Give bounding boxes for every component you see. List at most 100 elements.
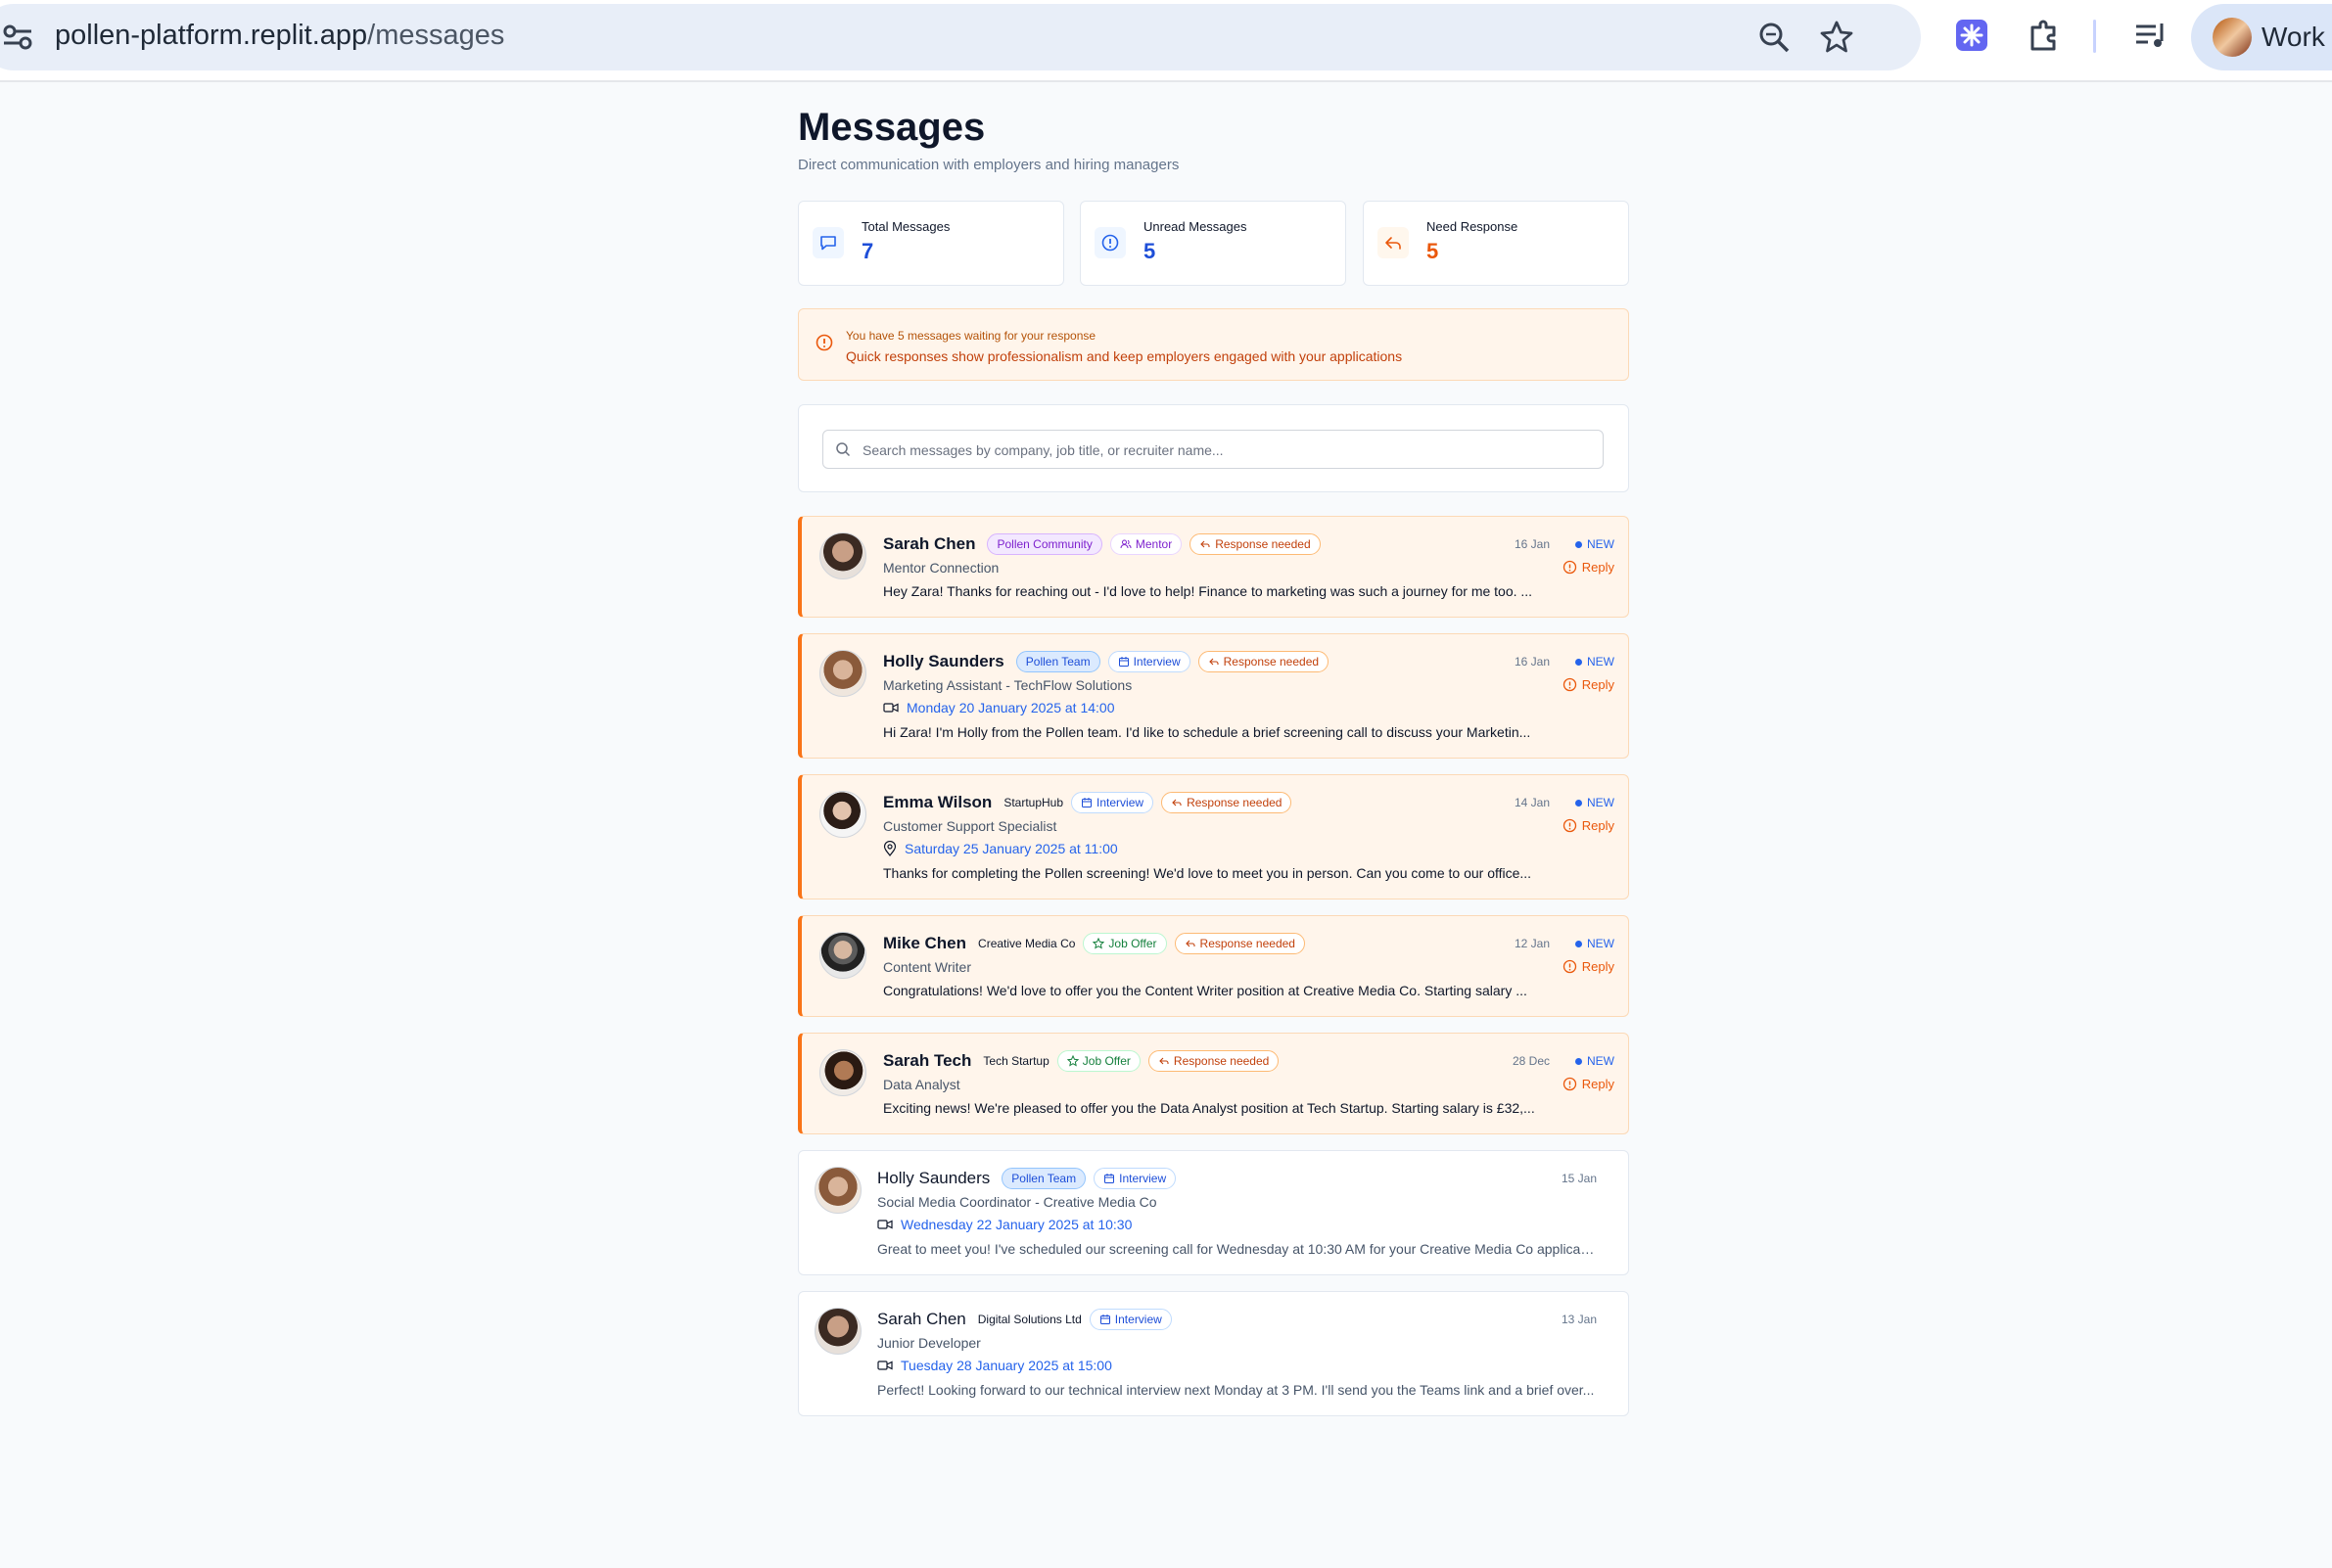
reply-arrow-icon: [1200, 540, 1210, 548]
reply-button[interactable]: Reply: [1562, 959, 1614, 974]
video-camera-icon: [877, 1360, 893, 1370]
message-header: Mike Chen Creative Media Co Job Offer Re…: [883, 931, 1305, 956]
reply-label: Reply: [1581, 959, 1614, 974]
new-badge: NEW: [1575, 1054, 1614, 1068]
reply-arrow-icon: [1172, 799, 1182, 807]
stat-label: Need Response: [1426, 219, 1518, 234]
response-label: Response needed: [1173, 1054, 1270, 1068]
message-card[interactable]: Sarah Tech Tech Startup Job Offer Respon…: [798, 1033, 1629, 1134]
avatar: [815, 1167, 862, 1214]
stat-label: Total Messages: [862, 219, 951, 234]
message-date: 14 Jan: [1514, 796, 1550, 809]
url-text[interactable]: pollen-platform.replit.app/messages: [55, 20, 504, 52]
new-label: NEW: [1587, 537, 1614, 551]
unread-dot: [1575, 540, 1582, 548]
alert-circle-icon: [1562, 677, 1576, 692]
search-input[interactable]: Search messages by company, job title, o…: [822, 430, 1604, 469]
media-queue-icon[interactable]: [2132, 18, 2168, 53]
tag-label: Job Offer: [1082, 1054, 1131, 1068]
video-camera-icon: [877, 1220, 893, 1229]
reply-label: Reply: [1581, 818, 1614, 833]
profile-name: Work: [2262, 22, 2325, 52]
tag-badge: Interview: [1089, 1309, 1172, 1330]
extension-purple-icon[interactable]: [1954, 18, 1989, 53]
extensions-puzzle-icon[interactable]: [2027, 18, 2062, 53]
message-card[interactable]: Holly Saunders Pollen Team Interview 15 …: [798, 1150, 1629, 1275]
message-subject: Social Media Coordinator - Creative Medi…: [877, 1194, 1157, 1210]
message-card[interactable]: Sarah Chen Digital Solutions Ltd Intervi…: [798, 1291, 1629, 1416]
message-date: 16 Jan: [1514, 655, 1550, 669]
unread-dot: [1575, 940, 1582, 947]
tag-badge: Mentor: [1109, 533, 1183, 555]
new-badge: NEW: [1575, 537, 1614, 551]
reply-label: Reply: [1581, 560, 1614, 575]
reply-icon: [1377, 227, 1409, 258]
search-panel: Search messages by company, job title, o…: [798, 404, 1629, 492]
calendar-icon: [1099, 1314, 1110, 1324]
reply-label: Reply: [1581, 677, 1614, 692]
new-label: NEW: [1587, 1054, 1614, 1068]
map-pin-icon: [883, 841, 897, 856]
new-badge: NEW: [1575, 796, 1614, 809]
org-badge: Pollen Team: [1015, 651, 1100, 672]
toolbar-divider: [2093, 20, 2096, 53]
message-preview: Thanks for completing the Pollen screeni…: [883, 865, 1532, 881]
message-preview: Perfect! Looking forward to our technica…: [877, 1382, 1595, 1398]
url-host: pollen-platform.replit.app: [55, 20, 368, 51]
message-card[interactable]: Sarah Chen Pollen Community Mentor Respo…: [798, 516, 1629, 618]
tag-badge: Interview: [1071, 792, 1154, 813]
address-bar[interactable]: pollen-platform.replit.app/messages: [0, 4, 1921, 70]
tag-label: Job Offer: [1108, 937, 1157, 950]
interview-schedule: Saturday 25 January 2025 at 11:00: [883, 841, 1118, 856]
org-label: Creative Media Co: [978, 937, 1076, 950]
unread-dot: [1575, 1057, 1582, 1065]
tag-badge: Job Offer: [1056, 1050, 1141, 1072]
reply-button[interactable]: Reply: [1562, 818, 1614, 833]
message-preview: Hi Zara! I'm Holly from the Pollen team.…: [883, 724, 1531, 740]
alert-circle-icon: [1562, 1077, 1576, 1091]
reply-button[interactable]: Reply: [1562, 1077, 1614, 1091]
browser-toolbar: pollen-platform.replit.app/messages Work: [0, 0, 2332, 82]
zoom-icon[interactable]: [1756, 20, 1792, 55]
calendar-icon: [1104, 1174, 1115, 1183]
interview-schedule: Tuesday 28 January 2025 at 15:00: [877, 1358, 1112, 1373]
message-card[interactable]: Mike Chen Creative Media Co Job Offer Re…: [798, 915, 1629, 1017]
stat-unread-messages: Unread Messages 5: [1080, 201, 1346, 286]
new-label: NEW: [1587, 937, 1614, 950]
org-label: Tech Startup: [983, 1054, 1049, 1068]
message-preview: Exciting news! We're pleased to offer yo…: [883, 1100, 1535, 1116]
search-placeholder: Search messages by company, job title, o…: [863, 442, 1224, 458]
interview-schedule: Monday 20 January 2025 at 14:00: [883, 700, 1115, 715]
org-label: Digital Solutions Ltd: [977, 1313, 1082, 1326]
message-card[interactable]: Holly Saunders Pollen Team Interview Res…: [798, 633, 1629, 759]
video-camera-icon: [883, 703, 899, 713]
reply-arrow-icon: [1159, 1057, 1169, 1065]
message-header: Holly Saunders Pollen Team Interview: [877, 1166, 1177, 1191]
bookmark-star-icon[interactable]: [1819, 20, 1854, 55]
tag-badge: Interview: [1107, 651, 1190, 672]
message-preview: Congratulations! We'd love to offer you …: [883, 983, 1527, 998]
alert-circle-icon: [1562, 560, 1576, 575]
unread-dot: [1575, 658, 1582, 666]
reply-button[interactable]: Reply: [1562, 677, 1614, 692]
sender-name: Sarah Chen: [877, 1310, 966, 1328]
message-header: Holly Saunders Pollen Team Interview Res…: [883, 649, 1329, 674]
response-label: Response needed: [1199, 937, 1295, 950]
sender-name: Holly Saunders: [883, 652, 1004, 670]
tag-badge: Job Offer: [1083, 933, 1167, 954]
message-subject: Customer Support Specialist: [883, 818, 1057, 834]
new-label: NEW: [1587, 796, 1614, 809]
avatar: [819, 532, 866, 579]
schedule-text: Saturday 25 January 2025 at 11:00: [905, 841, 1118, 856]
sender-name: Emma Wilson: [883, 793, 993, 811]
tag-badge: Interview: [1094, 1168, 1177, 1189]
profile-button[interactable]: Work: [2191, 4, 2332, 70]
message-card[interactable]: Emma Wilson StartupHub Interview Respons…: [798, 774, 1629, 899]
search-icon: [836, 442, 851, 457]
reply-button[interactable]: Reply: [1562, 560, 1614, 575]
message-header: Sarah Chen Pollen Community Mentor Respo…: [883, 531, 1321, 557]
new-label: NEW: [1587, 655, 1614, 669]
schedule-text: Tuesday 28 January 2025 at 15:00: [901, 1358, 1112, 1373]
message-date: 15 Jan: [1561, 1172, 1597, 1185]
site-info-icon[interactable]: [2, 22, 33, 53]
